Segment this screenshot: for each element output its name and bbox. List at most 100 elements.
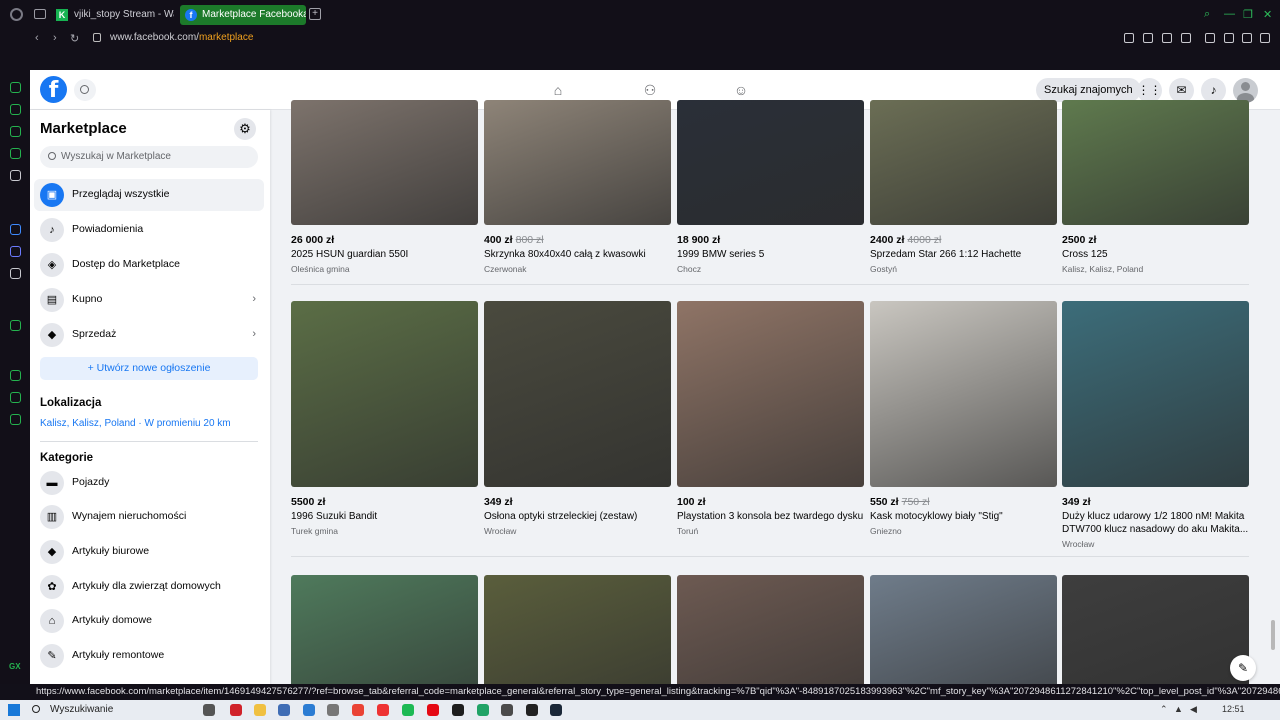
location-link[interactable]: Kalisz, Kalisz, Poland · W promieniu 20 …: [40, 418, 231, 429]
obs-icon[interactable]: [526, 704, 538, 716]
listing-image[interactable]: [484, 575, 671, 684]
clock[interactable]: 12:51: [1222, 704, 1245, 714]
sidebar-item-access[interactable]: ◈ Dostęp do Marketplace: [34, 249, 264, 281]
browser-tab-bar: K vjiki_stopy Stream - Watch f Marketpla…: [0, 0, 1280, 28]
maximize-icon[interactable]: ❐: [1243, 8, 1253, 21]
chrome-icon[interactable]: [352, 704, 364, 716]
listing-card[interactable]: [484, 110, 671, 684]
volume-icon[interactable]: ◀: [1190, 704, 1197, 715]
app-icon[interactable]: [303, 704, 315, 716]
listing-image[interactable]: [870, 575, 1057, 684]
puzzle-icon[interactable]: [1205, 33, 1215, 43]
tab-marketplace[interactable]: f Marketplace Facebooka: [180, 5, 306, 25]
netflix-icon[interactable]: [427, 704, 439, 716]
settings-icon[interactable]: [10, 414, 21, 425]
network-icon[interactable]: ▲: [1174, 704, 1183, 714]
listing-card[interactable]: [291, 110, 478, 684]
reload-icon[interactable]: ↻: [70, 32, 79, 45]
url-field[interactable]: www.facebook.com/marketplace: [110, 32, 253, 43]
history-icon[interactable]: [10, 370, 21, 381]
menu-icon[interactable]: [1260, 33, 1270, 43]
search-tabs-icon[interactable]: ⌕: [1204, 8, 1210, 21]
app-icon[interactable]: [501, 704, 513, 716]
game-icon[interactable]: [10, 126, 21, 137]
compose-icon[interactable]: ✎: [1230, 655, 1256, 681]
news-icon[interactable]: [10, 148, 21, 159]
opera-gx-icon[interactable]: [377, 704, 389, 716]
category-office[interactable]: ◆ Artykuły biurowe: [34, 536, 264, 568]
chevron-right-icon: ›: [252, 293, 256, 305]
windows-start-icon[interactable]: [8, 704, 20, 716]
player-icon[interactable]: [10, 320, 21, 331]
listing-image[interactable]: [1062, 575, 1249, 684]
heart-icon[interactable]: [1181, 33, 1191, 43]
marketplace-search-input[interactable]: Wyszukaj w Marketplace: [40, 146, 258, 168]
sidebar-item-selling[interactable]: ◆ Sprzedaż ›: [34, 319, 264, 351]
arrow-icon[interactable]: [10, 170, 21, 181]
discord-icon[interactable]: [10, 246, 21, 257]
app-icon[interactable]: [452, 704, 464, 716]
player-icon[interactable]: [1162, 33, 1172, 43]
wrench-icon: ✎: [40, 644, 64, 668]
steam-icon[interactable]: [550, 704, 562, 716]
building-icon: ▥: [40, 505, 64, 529]
download-icon[interactable]: [1242, 33, 1252, 43]
shopping-icon[interactable]: [10, 104, 21, 115]
groups-icon[interactable]: ☺: [733, 82, 749, 98]
category-household[interactable]: ⌂ Artykuły domowe: [34, 605, 264, 637]
listing-image[interactable]: [677, 575, 864, 684]
status-url: https://www.facebook.com/marketplace/ite…: [30, 684, 1280, 700]
category-rentals[interactable]: ▥ Wynajem nieruchomości: [34, 501, 264, 533]
friends-icon[interactable]: ⚇: [642, 82, 658, 98]
opera-logo-icon[interactable]: [10, 8, 23, 21]
new-tab-button[interactable]: +: [309, 8, 321, 20]
category-vehicles[interactable]: ▬ Pojazdy: [34, 467, 264, 499]
sidebar-item-buying[interactable]: ▤ Kupno ›: [34, 284, 264, 316]
find-friends-button[interactable]: Szukaj znajomych: [1036, 78, 1141, 102]
listing-card[interactable]: [1062, 110, 1249, 684]
listing-card[interactable]: [677, 110, 864, 684]
page-title: Marketplace: [40, 120, 127, 137]
taskbar-search-input[interactable]: Wyszukiwanie: [24, 702, 194, 718]
back-icon[interactable]: ‹: [35, 32, 39, 44]
search-icon[interactable]: [74, 79, 96, 101]
snapshot-icon[interactable]: [1143, 33, 1153, 43]
folder-icon[interactable]: [254, 704, 266, 716]
app-icon[interactable]: [278, 704, 290, 716]
messenger-icon[interactable]: [10, 224, 21, 235]
tab-stream[interactable]: K vjiki_stopy Stream - Watch: [52, 5, 174, 25]
aria-icon[interactable]: [10, 82, 21, 93]
settings-icon[interactable]: [327, 704, 339, 716]
facebook-page: f ⌂ ⚇ ☺ Szukaj znajomych ⋮⋮ ✉ ♪ Marketpl…: [30, 70, 1280, 684]
category-renovation[interactable]: ✎ Artykuły remontowe: [34, 640, 264, 672]
minimize-icon[interactable]: —: [1224, 8, 1235, 20]
spotify-icon[interactable]: [402, 704, 414, 716]
location-heading: Lokalizacja: [40, 397, 102, 409]
sidebar-item-notifications[interactable]: ♪ Powiadomienia: [34, 214, 264, 246]
extension-icon[interactable]: [1124, 33, 1134, 43]
workspaces-icon[interactable]: [34, 9, 46, 19]
close-icon[interactable]: ✕: [1263, 8, 1272, 21]
profile-icon[interactable]: [1224, 33, 1234, 43]
gear-icon[interactable]: ⚙: [234, 118, 256, 140]
home-icon[interactable]: ⌂: [550, 82, 566, 98]
bag-icon: ▤: [40, 288, 64, 312]
category-label: Artykuły domowe: [72, 614, 152, 626]
create-listing-button[interactable]: + Utwórz nowe ogłoszenie: [40, 357, 258, 380]
facebook-logo-icon[interactable]: f: [40, 76, 67, 103]
extensions-icon[interactable]: [10, 392, 21, 403]
listing-image[interactable]: [291, 575, 478, 684]
sidebar-item-browse-all[interactable]: ▣ Przeglądaj wszystkie: [34, 179, 264, 211]
excel-icon[interactable]: [477, 704, 489, 716]
page-scrollbar[interactable]: [1271, 620, 1275, 650]
tab-label: Marketplace Facebooka: [202, 9, 306, 20]
listing-card[interactable]: [870, 110, 1057, 684]
category-pets[interactable]: ✿ Artykuły dla zwierząt domowych: [34, 571, 264, 603]
tiktok-icon[interactable]: [10, 268, 21, 279]
forward-icon[interactable]: ›: [53, 32, 57, 44]
marketplace-sidebar: Marketplace ⚙ Wyszukaj w Marketplace ▣ P…: [30, 110, 270, 684]
taskview-icon[interactable]: [203, 704, 215, 716]
opera-icon[interactable]: [230, 704, 242, 716]
search-placeholder: Wyszukaj w Marketplace: [61, 151, 171, 162]
tray-chevron-icon[interactable]: ⌃: [1160, 704, 1168, 715]
